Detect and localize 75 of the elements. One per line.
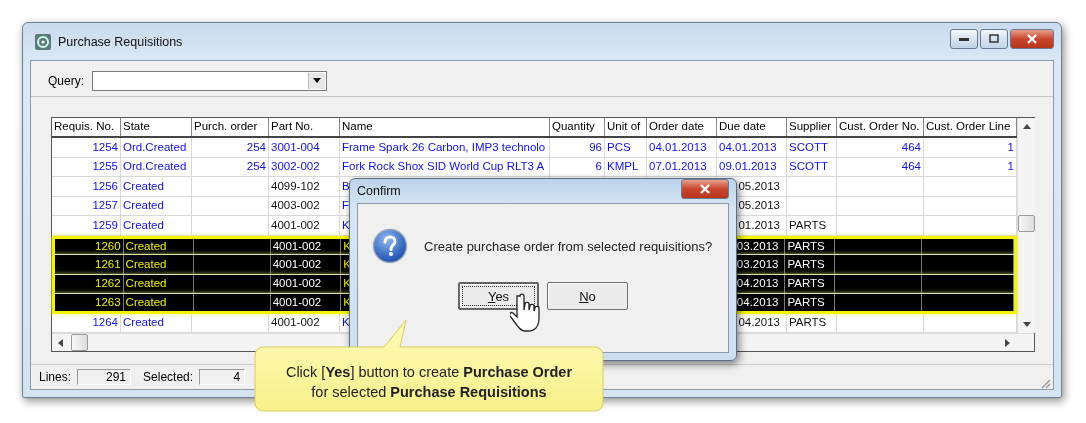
- table-cell: 3001-004: [271, 141, 320, 153]
- selected-count: 4: [199, 369, 246, 385]
- table-cell: K: [342, 317, 350, 329]
- table-cell: F: [342, 200, 350, 212]
- table-cell: SCOTT: [789, 161, 828, 173]
- table-cell: 07.01.2013: [649, 161, 707, 173]
- table-cell: 04.2013: [736, 278, 779, 290]
- table-cell: Created: [125, 258, 167, 270]
- table-cell: 1259: [92, 219, 118, 231]
- table-cell: 1254: [92, 141, 118, 153]
- selected-label: Selected:: [143, 370, 194, 384]
- table-cell: Created: [125, 296, 167, 308]
- table-cell: 05.2013: [738, 200, 780, 212]
- table-cell: 1260: [95, 240, 121, 252]
- table-cell: Frame Spark 26 Carbon, IMP3 technolo: [342, 141, 546, 153]
- table-cell: KMPL: [607, 161, 639, 173]
- table-cell: Ord.Created: [123, 141, 187, 153]
- table-cell: 03.2013: [736, 240, 779, 252]
- table-cell: 04.01.2013: [719, 141, 777, 153]
- table-cell: 1255: [92, 161, 118, 173]
- table-cell: 04.2013: [738, 317, 780, 329]
- table-cell: 6: [595, 161, 602, 173]
- table-cell: 1262: [95, 278, 121, 290]
- table-cell: 1: [1007, 141, 1014, 153]
- table-cell: 4001-002: [272, 240, 322, 252]
- table-cell: 1263: [95, 296, 121, 308]
- table-cell: PCS: [607, 141, 631, 153]
- table-cell: 4001-002: [271, 317, 320, 329]
- table-cell: Created: [125, 240, 167, 252]
- table-cell: 1256: [92, 180, 118, 192]
- table-cell: 4001-002: [272, 278, 322, 290]
- table-cell: Created: [123, 200, 164, 212]
- table-cell: 04.01.2013: [649, 141, 707, 153]
- table-cell: 1257: [92, 200, 118, 212]
- dialog-message: Create purchase order from selected requisitions?: [424, 238, 713, 254]
- dialog-title: Confirm: [357, 184, 401, 198]
- table-cell: Created: [125, 278, 167, 290]
- table-cell: 4099-102: [271, 180, 320, 192]
- table-cell: K: [342, 219, 350, 231]
- table-cell: 254: [246, 141, 266, 153]
- table-cell: PARTS: [789, 219, 827, 231]
- table-cell: 96: [589, 141, 602, 153]
- table-cell: 464: [901, 161, 921, 173]
- table-cell: 04.2013: [736, 296, 779, 308]
- query-label: Query:: [48, 73, 84, 88]
- table-cell: PARTS: [787, 240, 825, 252]
- table-cell: 464: [901, 141, 921, 153]
- table-cell: PARTS: [787, 258, 825, 270]
- table-cell: B: [342, 180, 350, 192]
- table-cell: SCOTT: [789, 141, 828, 153]
- table-cell: 4001-002: [271, 219, 320, 231]
- table-cell: 4001-002: [272, 258, 322, 270]
- window-title: Purchase Requisitions: [58, 34, 183, 49]
- lines-count: 291: [77, 369, 132, 385]
- table-cell: Created: [123, 317, 164, 329]
- table-cell: 4001-002: [272, 296, 322, 308]
- lines-label: Lines:: [39, 370, 72, 384]
- table-cell: 1: [1007, 161, 1014, 173]
- table-cell: Ord.Created: [123, 161, 187, 173]
- callout-text: Click [Yes] button to create Purchase Order for selected Purchase Requisitions: [284, 363, 574, 402]
- table-cell: 03.2013: [736, 258, 779, 270]
- table-cell: 05.2013: [738, 180, 780, 192]
- table-cell: PARTS: [787, 278, 825, 290]
- table-cell: Created: [123, 219, 164, 231]
- table-cell: 3002-002: [271, 161, 320, 173]
- table-cell: 1264: [92, 317, 118, 329]
- table-cell: PARTS: [787, 296, 825, 308]
- table-cell: 09.01.2013: [719, 161, 777, 173]
- table-cell: 254: [246, 161, 266, 173]
- table-cell: PARTS: [789, 317, 827, 329]
- table-cell: 4003-002: [271, 200, 320, 212]
- table-cell: 1261: [95, 258, 121, 270]
- table-cell: Fork Rock Shox SID World Cup RLT3 A: [342, 161, 545, 173]
- table-cell: Created: [123, 180, 164, 192]
- table-cell: 01.2013: [738, 219, 780, 231]
